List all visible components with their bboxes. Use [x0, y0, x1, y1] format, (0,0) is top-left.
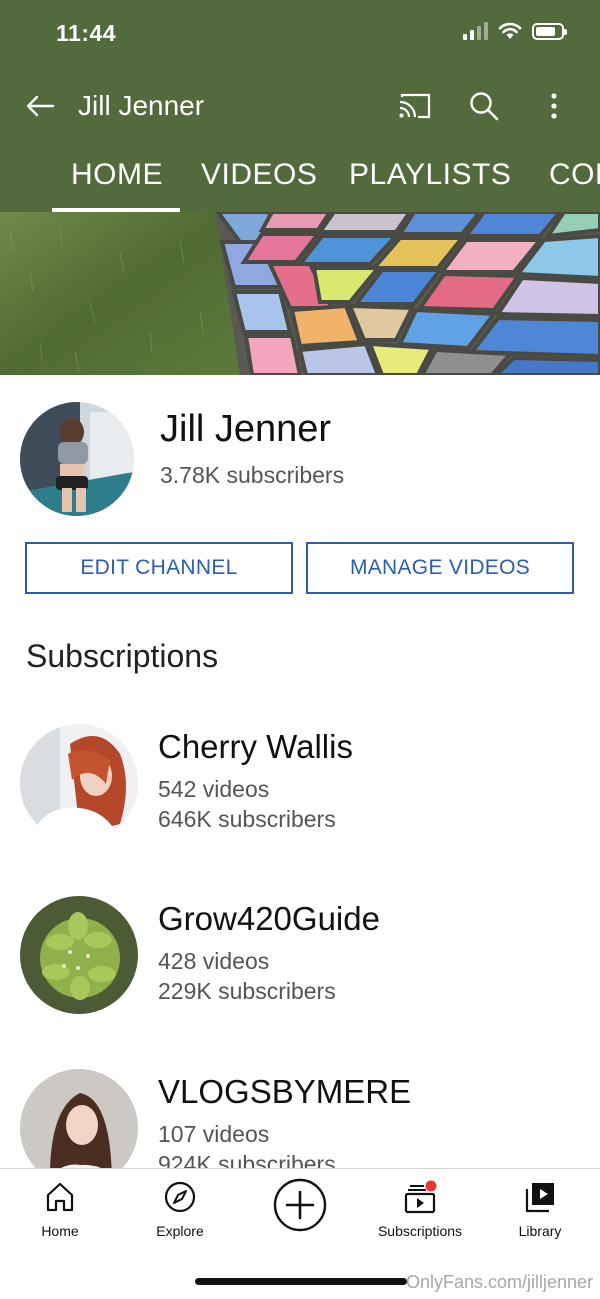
- edit-channel-button[interactable]: EDIT CHANNEL: [25, 542, 293, 594]
- nav-library[interactable]: Library: [480, 1179, 600, 1249]
- channel-banner: [0, 212, 600, 375]
- watermark-text: OnlyFans.com/jilljenner: [406, 1272, 594, 1292]
- subscription-item[interactable]: Grow420Guide 428 videos 229K subscribers: [0, 896, 600, 1016]
- nav-label: Subscriptions: [377, 1223, 463, 1239]
- nav-create[interactable]: [240, 1178, 360, 1249]
- home-indicator[interactable]: [195, 1278, 407, 1285]
- subscription-avatar[interactable]: [20, 724, 138, 842]
- channel-avatar[interactable]: [20, 402, 134, 516]
- subscriptions-icon: [404, 1180, 437, 1214]
- subscription-name: Grow420Guide: [158, 900, 380, 937]
- battery-icon: [532, 22, 567, 40]
- home-icon: [46, 1182, 74, 1212]
- status-icons: [463, 22, 567, 40]
- add-icon: [273, 1178, 327, 1232]
- nav-label: Home: [41, 1223, 79, 1239]
- app-header: 11:44 Jill Jenner HOME VIDEOS PLAYLISTS …: [0, 0, 600, 212]
- subscription-subscriber-count: 646K subscribers: [158, 806, 336, 832]
- subscription-video-count: 428 videos: [158, 948, 270, 974]
- cast-icon[interactable]: [396, 88, 434, 124]
- subscriber-count: 3.78K subscribers: [160, 462, 345, 488]
- nav-home[interactable]: Home: [0, 1179, 120, 1249]
- nav-label: Library: [518, 1223, 562, 1239]
- search-icon[interactable]: [466, 88, 502, 124]
- subscription-subscriber-count: 229K subscribers: [158, 978, 336, 1004]
- more-vert-icon[interactable]: [540, 88, 568, 124]
- channel-tabs: HOME VIDEOS PLAYLISTS COM: [0, 152, 600, 212]
- subscription-name: VLOGSBYMERE: [158, 1073, 412, 1110]
- signal-icon: [463, 22, 488, 40]
- channel-title: Jill Jenner: [78, 90, 205, 121]
- subscriptions-heading: Subscriptions: [26, 638, 219, 674]
- tab-playlists[interactable]: PLAYLISTS: [349, 158, 511, 192]
- nav-subscriptions[interactable]: Subscriptions: [360, 1179, 480, 1249]
- nav-explore[interactable]: Explore: [120, 1179, 240, 1249]
- library-icon: [525, 1183, 554, 1213]
- channel-name: Jill Jenner: [160, 408, 332, 450]
- explore-icon: [164, 1181, 196, 1213]
- back-arrow-icon[interactable]: [22, 88, 58, 124]
- subscription-avatar[interactable]: [20, 896, 138, 1014]
- subscription-video-count: 542 videos: [158, 776, 270, 802]
- subscription-item[interactable]: Cherry Wallis 542 videos 646K subscriber…: [0, 724, 600, 844]
- wifi-icon: [498, 22, 522, 39]
- tab-home[interactable]: HOME: [71, 158, 163, 192]
- status-time: 11:44: [56, 20, 117, 46]
- subscription-name: Cherry Wallis: [158, 728, 353, 765]
- subscription-video-count: 107 videos: [158, 1121, 270, 1147]
- nav-label: Explore: [156, 1223, 204, 1239]
- tab-videos[interactable]: VIDEOS: [201, 158, 317, 192]
- tab-community[interactable]: COM: [549, 158, 600, 192]
- manage-videos-button[interactable]: MANAGE VIDEOS: [306, 542, 574, 594]
